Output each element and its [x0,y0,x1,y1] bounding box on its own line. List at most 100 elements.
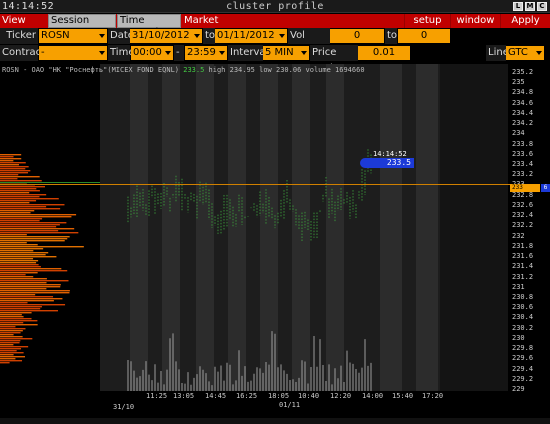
time-label: Time [108,45,134,61]
price-tick-label: 234 [512,129,525,138]
volume-profile-bar [0,278,47,280]
menu-session-hours[interactable]: Session Hours [48,14,116,38]
date-from-select[interactable]: 31/10/2012 [130,29,202,43]
price-tick-label: 235 [512,78,525,87]
last-price-badge: 6 [541,184,550,192]
volume-profile-bar [0,350,17,352]
chevron-down-icon [165,51,171,55]
price-scale-input[interactable]: 0.01 [358,46,410,60]
volume-profile-bar [0,290,70,292]
price-tick-label: 233.6 [512,149,534,158]
menu-view-dom[interactable]: View DOM [0,14,48,40]
price-tick-label: 231.6 [512,252,534,261]
price-tick-label: 229.4 [512,364,534,373]
volume-profile-bar [0,270,68,272]
volume-profile-bar [0,224,60,226]
volume-profile-bar [0,340,21,342]
time-to-select[interactable]: 23:59 [185,46,227,60]
time-band [416,64,438,391]
volume-profile-bar [0,286,61,288]
volume-profile-bar [0,336,23,338]
volume-profile-bar [0,342,20,344]
price-tick-label: 230 [512,333,525,342]
time-band [326,64,344,391]
volume-profile-bar [0,262,37,264]
apply-button[interactable]: Apply [500,14,550,28]
price-tick-label: 230.4 [512,313,534,322]
volume-profile-bar [0,212,31,214]
chevron-down-icon [194,34,200,38]
close-button[interactable]: C [537,2,547,11]
volume-profile-bar [0,272,38,274]
menu-market-watch[interactable]: Market Watch [182,14,246,40]
vol-from-input[interactable]: 0 [330,29,384,43]
volume-profile-bar [0,326,16,328]
volume-profile-bar [0,356,26,358]
interval-select[interactable]: 5 MIN [263,46,309,60]
vol-to-input[interactable]: 0 [398,29,450,43]
volume-profile-bar [0,310,58,312]
price-tick-label: 231.8 [512,241,534,250]
date-to-select[interactable]: 01/11/2012 [215,29,287,43]
chart-canvas[interactable] [0,64,550,418]
volume-profile-bar [0,222,67,224]
menu-time-interval[interactable]: Time Interval [117,14,181,38]
price-tick-label: 231.2 [512,272,534,281]
volume-profile-bar [0,308,41,310]
volume-profile-bar [0,306,42,308]
chevron-down-icon [99,51,105,55]
price-tick-label: 229 [512,385,525,393]
volume-profile-bar [0,274,26,276]
line-select[interactable]: GTC [506,46,544,60]
volume-profile-bar [0,288,47,290]
ticker-select[interactable]: ROSN [39,29,107,43]
volume-profile-bar [0,248,44,250]
volume-profile-bar [0,160,14,162]
volume-profile-bar [0,314,22,316]
setup-button[interactable]: setup [404,14,450,28]
volume-profile-bar [0,294,36,296]
volume-profile-bar [0,276,34,278]
time-dash-label: - [174,45,184,61]
volume-profile-bar [0,358,16,360]
volume-profile-bar [0,190,40,192]
time-tick-label: 11:25 [146,392,168,400]
volume-profile-bar [0,156,14,158]
volume-profile-bar [0,198,59,200]
time-tick-label: 14:45 [205,392,227,400]
volume-profile-bar [0,180,42,182]
volume-profile-bar [0,192,30,194]
volume-profile-bar [0,176,40,178]
maximize-button[interactable]: M [525,2,535,11]
contract-select[interactable]: - [39,46,107,60]
volume-profile-bar [0,170,31,172]
volume-profile-bar [0,284,61,286]
cluster-chart[interactable]: ROSN - OAO "НК "Роснефть"(MICEX FOND EQN… [0,64,550,418]
volume-profile-bar [0,352,24,354]
volume-profile-bar [0,348,22,350]
time-band [162,64,180,391]
volume-profile-bar [0,320,38,322]
volume-profile-bar [0,162,26,164]
volume-profile-bar [0,210,35,212]
volume-profile-bar [0,228,75,230]
instrument-name: ROSN - OAO "НК "Роснефть"(MICEX FOND EQN… [2,66,180,74]
price-tick-label: 232.6 [512,200,534,209]
volume-profile-bar [0,242,27,244]
time-tick-label: 12:20 [330,392,352,400]
minimize-button[interactable]: L [513,2,523,11]
window-button[interactable]: window [450,14,500,28]
volume-profile-bar [0,250,34,252]
volume-profile-bar [0,254,46,256]
time-from-select[interactable]: 00:00 [131,46,173,60]
volume-profile-bar [0,206,47,208]
contract-value: - [41,47,45,58]
line-value: GTC [508,47,528,58]
volume-profile-bar [0,220,40,222]
price-tick-label: 234.2 [512,119,534,128]
time-tick-label: 14:00 [362,392,384,400]
price-tick-label: 233.4 [512,160,534,169]
price-scale-label: Price Scale [310,45,358,74]
volume-profile-bar [0,174,19,176]
chevron-down-icon [99,34,105,38]
